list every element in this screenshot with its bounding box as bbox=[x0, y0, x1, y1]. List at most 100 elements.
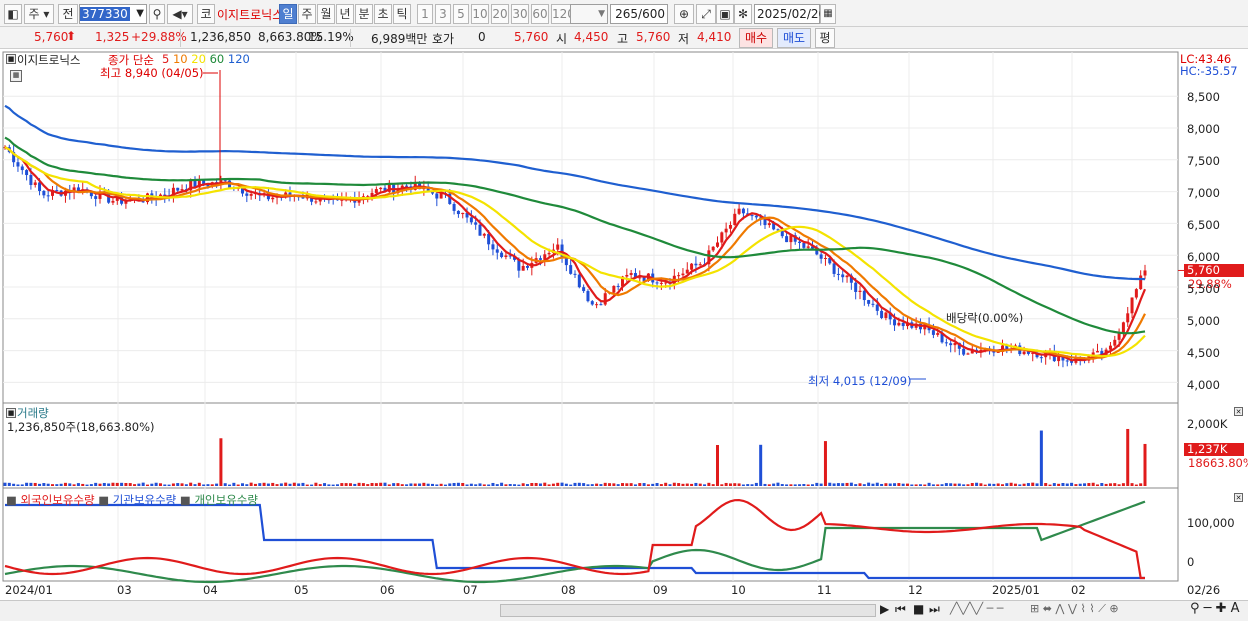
calculator-icon[interactable]: ▦ bbox=[10, 70, 22, 82]
volume-bar bbox=[703, 484, 707, 486]
calendar-icon[interactable]: ▦ bbox=[820, 4, 836, 24]
date-tick: 07 bbox=[463, 583, 478, 597]
period-tab-6[interactable]: 틱 bbox=[393, 4, 411, 24]
panel-menu-icon[interactable]: ■ bbox=[6, 54, 16, 64]
range-select[interactable]: ▼ bbox=[570, 4, 608, 24]
candle bbox=[694, 263, 698, 266]
chevron-down-icon[interactable]: ▼ bbox=[136, 5, 144, 23]
volume-bar bbox=[590, 484, 594, 486]
volume-bar bbox=[651, 483, 655, 486]
stock-code-input[interactable]: 377330 ▼ bbox=[79, 4, 147, 24]
chart-area[interactable]: ■ 이지트로닉스 종가 단순 5 10 20 60 120 ▦ 최고 8,940… bbox=[0, 49, 1248, 621]
gear-icon[interactable]: ✻ bbox=[734, 4, 752, 24]
interval-button-3[interactable]: 3 bbox=[435, 4, 451, 24]
volume-bar bbox=[875, 482, 879, 486]
candle bbox=[724, 228, 728, 233]
volume-bar bbox=[271, 482, 275, 486]
market-select[interactable]: 주 ▾ bbox=[24, 4, 54, 24]
sell-button[interactable]: 매도 bbox=[777, 28, 811, 48]
chart-canvas[interactable] bbox=[0, 49, 1248, 621]
volume-bar bbox=[344, 483, 348, 486]
close-panel-icon[interactable]: ✕ bbox=[1234, 407, 1243, 416]
interval-button-60[interactable]: 60 bbox=[531, 4, 549, 24]
period-tab-0[interactable]: 일 bbox=[279, 4, 297, 24]
interval-button-1[interactable]: 1 bbox=[417, 4, 433, 24]
volume-bar bbox=[1130, 483, 1134, 486]
volume-bar bbox=[1083, 483, 1087, 486]
stop-icon[interactable]: ■ bbox=[913, 602, 924, 616]
candle bbox=[176, 187, 180, 191]
volume-bar bbox=[1009, 482, 1013, 486]
crosshair-icon[interactable]: ⊕ bbox=[674, 4, 694, 24]
candle bbox=[46, 195, 50, 197]
volume-bar bbox=[910, 484, 914, 486]
candle bbox=[616, 285, 620, 287]
search-icon[interactable]: ⚲ bbox=[149, 4, 165, 24]
volume-bar bbox=[59, 483, 63, 486]
candle bbox=[931, 330, 935, 335]
volume-bar bbox=[115, 482, 119, 486]
save-icon[interactable]: ▣ bbox=[716, 4, 734, 24]
candle bbox=[854, 282, 858, 292]
candle bbox=[893, 319, 897, 326]
date-tick: 2024/01 bbox=[5, 583, 53, 597]
price-tick: 5,500 bbox=[1187, 282, 1220, 296]
volume-bar bbox=[435, 484, 439, 486]
volume-bar bbox=[197, 482, 201, 486]
period-tab-1[interactable]: 주 bbox=[298, 4, 316, 24]
period-tab-3[interactable]: 년 bbox=[336, 4, 354, 24]
zoom-slider[interactable]: ╱╲╱╲╱ ─ ─ bbox=[950, 602, 1003, 615]
current-price-tag: 5,760 bbox=[1184, 264, 1244, 277]
volume-bar bbox=[767, 484, 771, 486]
prev-button[interactable]: 전 bbox=[58, 4, 78, 24]
ma-legend-10: 10 bbox=[172, 52, 192, 66]
count-input[interactable]: 265/600 bbox=[610, 4, 668, 24]
volume-bar bbox=[992, 483, 996, 486]
volume-bar bbox=[530, 482, 534, 486]
low-label: 저 bbox=[678, 32, 690, 46]
stock-code-value: 377330 bbox=[80, 7, 130, 21]
interval-button-30[interactable]: 30 bbox=[511, 4, 529, 24]
ma-legend-120: 120 bbox=[227, 52, 250, 66]
interval-button-5[interactable]: 5 bbox=[453, 4, 469, 24]
stock-name[interactable]: 이지트로닉스 bbox=[217, 6, 283, 23]
quote-bar: 5,760 ⬆ 1,325 +29.88% 1,236,850 8,663.80… bbox=[0, 27, 1248, 49]
volume-bar bbox=[167, 484, 171, 486]
volume-bar bbox=[1100, 483, 1104, 486]
panel-menu-icon[interactable]: ■ bbox=[6, 408, 16, 418]
play-icon[interactable]: ▶ bbox=[880, 602, 889, 616]
period-tab-2[interactable]: 월 bbox=[317, 4, 335, 24]
close-panel-icon[interactable]: ✕ bbox=[1234, 493, 1243, 502]
candle bbox=[314, 201, 318, 203]
volume-bar bbox=[42, 483, 46, 486]
rewind-icon[interactable]: ⏮ bbox=[895, 602, 906, 617]
candle bbox=[1113, 339, 1117, 346]
volume-bar bbox=[249, 482, 253, 486]
eval-button[interactable]: 평 bbox=[815, 28, 835, 48]
speaker-icon[interactable]: ◀▾ bbox=[167, 4, 193, 24]
volume-bar bbox=[517, 484, 521, 486]
period-tab-4[interactable]: 분 bbox=[355, 4, 373, 24]
volume-bar bbox=[163, 484, 167, 486]
volume-bar bbox=[29, 482, 33, 486]
interval-button-10[interactable]: 10 bbox=[471, 4, 489, 24]
volume-bar bbox=[357, 482, 361, 486]
ma-legend-20: 20 bbox=[191, 52, 210, 66]
volume-bar bbox=[7, 482, 11, 486]
candle bbox=[474, 222, 478, 225]
volume-bar bbox=[292, 482, 296, 486]
date-input[interactable]: 2025/02/26 bbox=[754, 4, 826, 24]
tool-icons[interactable]: ⊞ ⬌ ⋀ ⋁ ⌇ ⌇ ⟋ ⊕ bbox=[1030, 602, 1119, 616]
volume-bar bbox=[1074, 484, 1078, 486]
draw-line-icon[interactable]: ⤢ bbox=[696, 4, 716, 24]
chart-scrollbar[interactable]: ▶ ⏮ ■ ⏭ ╱╲╱╲╱ ─ ─ ⊞ ⬌ ⋀ ⋁ ⌇ ⌇ ⟋ ⊕ ⚲ ─ ✚ … bbox=[0, 600, 1248, 621]
layout-icon[interactable]: ◧ bbox=[4, 4, 22, 24]
interval-button-20[interactable]: 20 bbox=[491, 4, 509, 24]
zoom-controls[interactable]: ⚲ ─ ✚ A bbox=[1190, 601, 1240, 616]
volume-bar bbox=[374, 483, 378, 486]
buy-button[interactable]: 매수 bbox=[739, 28, 773, 48]
period-tab-5[interactable]: 초 bbox=[374, 4, 392, 24]
forward-icon[interactable]: ⏭ bbox=[929, 602, 940, 617]
scroll-thumb[interactable] bbox=[500, 604, 876, 617]
volume-bar bbox=[659, 484, 663, 486]
